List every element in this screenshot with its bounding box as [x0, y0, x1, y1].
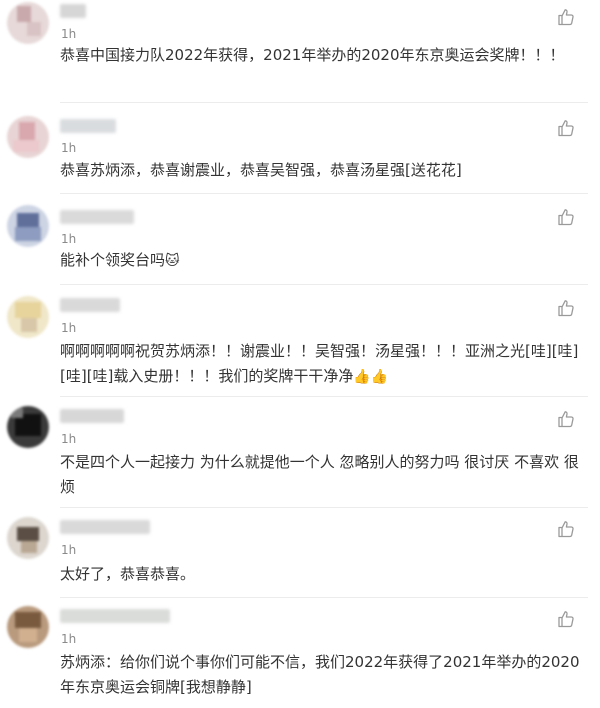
comment-text: 不是四个人一起接力 为什么就提他一个人 忽略别人的努力吗 很讨厌 不喜欢 很烦 [60, 453, 579, 496]
comment-time: 1h [61, 27, 77, 41]
comment-text-body: 啊啊啊啊啊祝贺苏炳添！！谢震业！！吴智强！汤星强！！！亚洲之光[哇][哇][哇]… [60, 342, 579, 385]
comment-time: 1h [61, 141, 77, 155]
divider [60, 193, 588, 194]
comment-text: 啊啊啊啊啊祝贺苏炳添！！谢震业！！吴智强！汤星强！！！亚洲之光[哇][哇][哇]… [60, 339, 590, 390]
avatar[interactable] [7, 116, 49, 158]
thumbs-up-icon[interactable] [556, 207, 576, 227]
avatar[interactable] [7, 406, 49, 448]
divider [60, 597, 588, 598]
thumbs-up-icon[interactable] [556, 409, 576, 429]
username[interactable] [60, 409, 124, 423]
divider [60, 102, 588, 103]
divider [60, 507, 588, 508]
thumbs-up-emoji-icon: 👍👍 [353, 369, 389, 385]
comment-text: 能补个领奖台吗🐱 [60, 248, 590, 274]
comment-text: 恭喜中国接力队2022年获得，2021年举办的2020年东京奥运会奖牌！！！ [60, 46, 565, 64]
username[interactable] [60, 609, 170, 623]
comment-text: 太好了，恭喜恭喜。 [60, 565, 196, 583]
thumbs-up-icon[interactable] [556, 609, 576, 629]
comment-time: 1h [61, 321, 77, 335]
divider [60, 396, 588, 397]
comment-text: 苏炳添：给你们说个事你们可能不信，我们2022年获得了2021年举办的2020年… [60, 653, 580, 696]
thumbs-up-icon[interactable] [556, 7, 576, 27]
username[interactable] [60, 520, 150, 534]
username[interactable] [60, 4, 86, 18]
comment-feed: 1h 恭喜中国接力队2022年获得，2021年举办的2020年东京奥运会奖牌！！… [0, 0, 600, 708]
comment-time: 1h [61, 432, 77, 446]
thumbs-up-icon[interactable] [556, 118, 576, 138]
comment-text-body: 能补个领奖台吗 [60, 251, 166, 269]
avatar[interactable] [7, 606, 49, 648]
divider [60, 284, 588, 285]
avatar[interactable] [7, 205, 49, 247]
cat-emoji-icon: 🐱 [165, 253, 180, 269]
username[interactable] [60, 210, 134, 224]
comment-text: 恭喜苏炳添，恭喜谢震业，恭喜吴智强，恭喜汤星强[送花花] [60, 161, 462, 179]
avatar[interactable] [7, 517, 49, 559]
comment-time: 1h [61, 632, 77, 646]
thumbs-up-icon[interactable] [556, 298, 576, 318]
comment-time: 1h [61, 543, 77, 557]
username[interactable] [60, 298, 120, 312]
username[interactable] [60, 119, 116, 133]
avatar[interactable] [7, 296, 49, 338]
thumbs-up-icon[interactable] [556, 519, 576, 539]
comment-time: 1h [61, 232, 77, 246]
avatar[interactable] [7, 2, 49, 44]
